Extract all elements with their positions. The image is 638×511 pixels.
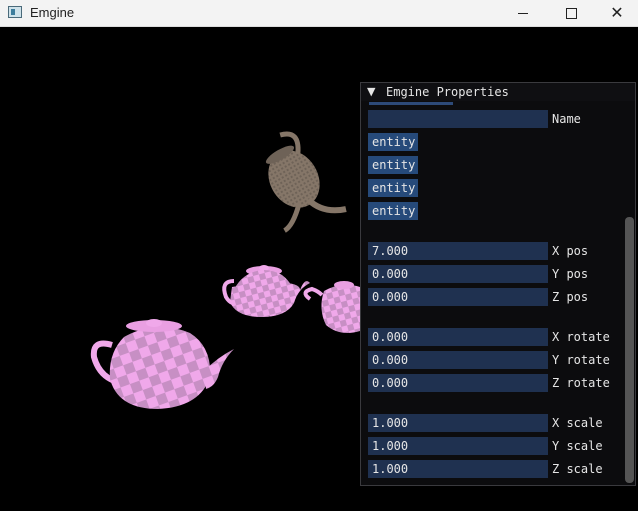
x-pos-input[interactable]: 7.000 bbox=[368, 242, 548, 260]
z-rotate-label: Z rotate bbox=[552, 376, 610, 390]
close-icon: ✕ bbox=[610, 3, 624, 22]
y-pos-input[interactable]: 0.000 bbox=[368, 265, 548, 283]
y-pos-label: Y pos bbox=[552, 267, 589, 281]
y-scale-label: Y scale bbox=[552, 439, 603, 453]
teapot-pink-large[interactable] bbox=[90, 319, 234, 409]
entity-button[interactable]: entity bbox=[368, 156, 418, 174]
y-rotate-label: Y rotate bbox=[552, 353, 610, 367]
scrolled-widget bbox=[369, 102, 453, 105]
z-pos-label: Z pos bbox=[552, 290, 589, 304]
minimize-button[interactable] bbox=[500, 0, 546, 26]
z-scale-label: Z scale bbox=[552, 462, 603, 476]
maximize-icon bbox=[565, 7, 577, 19]
x-rotate-label: X rotate bbox=[552, 330, 610, 344]
y-scale-input[interactable]: 1.000 bbox=[368, 437, 548, 455]
window-title: Emgine bbox=[30, 5, 75, 20]
panel-title: Emgine Properties bbox=[386, 85, 509, 99]
maximize-button[interactable] bbox=[548, 0, 594, 26]
x-rotate-input[interactable]: 0.000 bbox=[368, 328, 548, 346]
panel-scrollbar[interactable] bbox=[625, 217, 634, 483]
z-scale-input[interactable]: 1.000 bbox=[368, 460, 548, 478]
app-icon bbox=[8, 6, 22, 18]
entity-button[interactable]: entity bbox=[368, 179, 418, 197]
entity-button[interactable]: entity bbox=[368, 202, 418, 220]
window-titlebar: Emgine ✕ bbox=[0, 0, 638, 27]
z-pos-input[interactable]: 0.000 bbox=[368, 288, 548, 306]
entity-button[interactable]: entity bbox=[368, 133, 418, 151]
close-button[interactable]: ✕ bbox=[594, 0, 638, 26]
collapse-arrow-icon[interactable]: ▼ bbox=[367, 85, 375, 98]
z-rotate-input[interactable]: 0.000 bbox=[368, 374, 548, 392]
teapot-pink-small[interactable] bbox=[303, 281, 360, 333]
x-scale-label: X scale bbox=[552, 416, 603, 430]
name-input[interactable] bbox=[368, 110, 548, 128]
teapot-brown[interactable] bbox=[242, 125, 347, 241]
x-scale-input[interactable]: 1.000 bbox=[368, 414, 548, 432]
name-label: Name bbox=[552, 112, 581, 126]
x-pos-label: X pos bbox=[552, 244, 589, 258]
properties-panel[interactable]: ▼ Emgine Properties Name entity entity e… bbox=[360, 82, 636, 486]
y-rotate-input[interactable]: 0.000 bbox=[368, 351, 548, 369]
minimize-icon bbox=[518, 12, 528, 14]
teapot-pink-medium[interactable] bbox=[222, 265, 310, 317]
panel-titlebar[interactable]: ▼ Emgine Properties bbox=[361, 83, 635, 101]
